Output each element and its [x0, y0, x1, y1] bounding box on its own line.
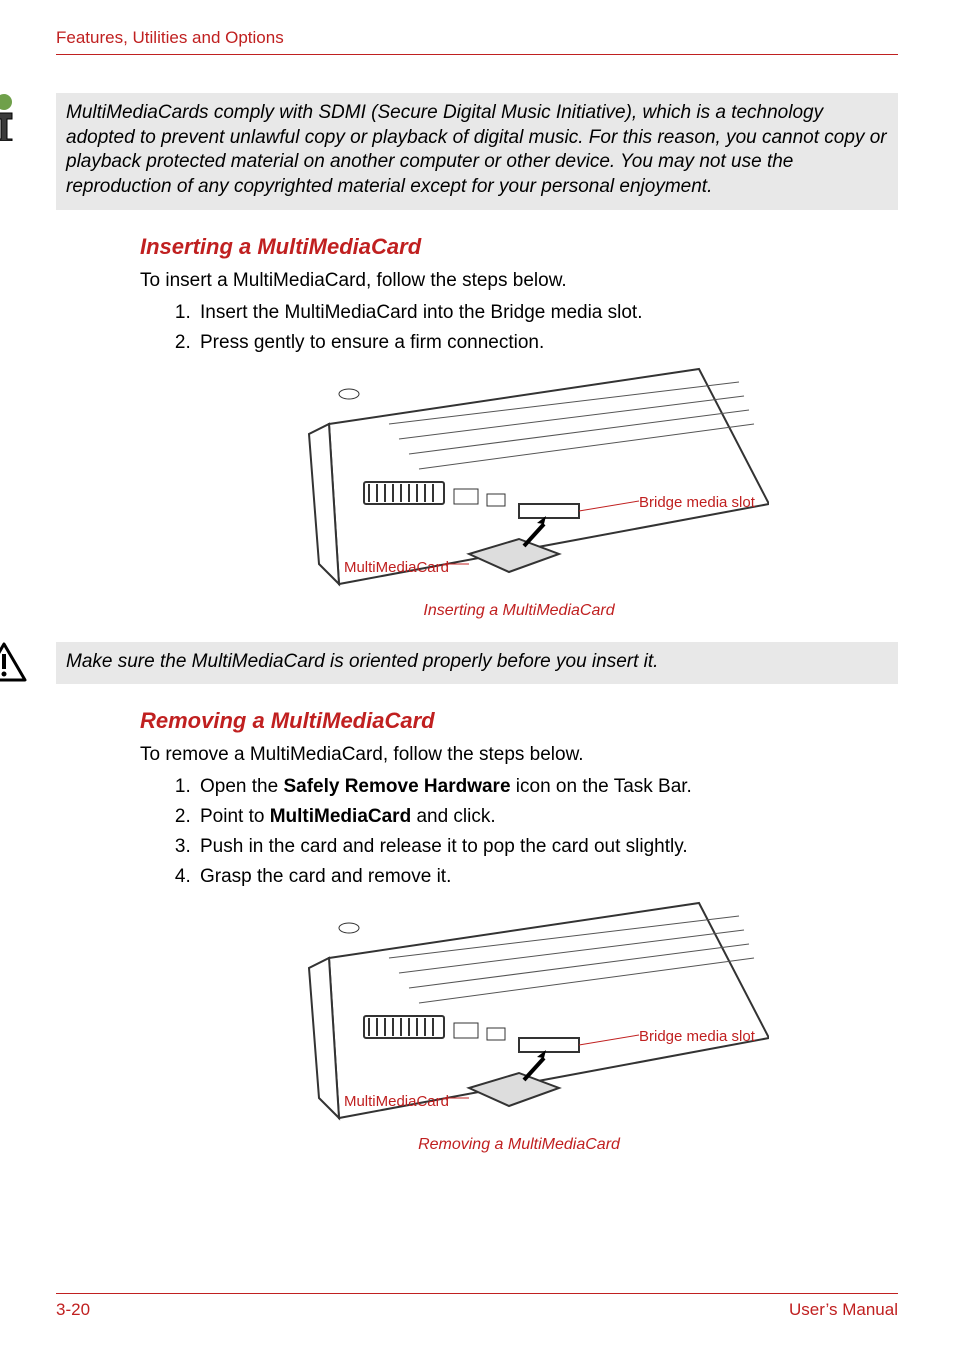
section-title-inserting: Inserting a MultiMediaCard	[140, 234, 898, 260]
list-item: Press gently to ensure a firm connection…	[196, 332, 898, 354]
page-footer: 3-20 User’s Manual	[56, 1293, 898, 1320]
manual-title: User’s Manual	[789, 1300, 898, 1320]
figure-inserting: Bridge media slot MultiMediaCard	[140, 364, 898, 594]
list-item: Point to MultiMediaCard and click.	[196, 806, 898, 828]
figure-removing: Bridge media slot MultiMediaCard	[140, 898, 898, 1128]
section2-steps: Open the Safely Remove Hardware icon on …	[140, 776, 898, 888]
section2-intro: To remove a MultiMediaCard, follow the s…	[140, 744, 898, 766]
figure-label-bridge-slot: Bridge media slot	[639, 494, 755, 511]
section-title-removing: Removing a MultiMediaCard	[140, 708, 898, 734]
warning-text: Make sure the MultiMediaCard is oriented…	[56, 642, 898, 685]
figure-caption-removing: Removing a MultiMediaCard	[140, 1136, 898, 1154]
info-callout: MultiMediaCards comply with SDMI (Secure…	[0, 93, 898, 210]
list-item: Insert the MultiMediaCard into the Bridg…	[196, 302, 898, 324]
figure-label-mmc: MultiMediaCard	[344, 1093, 449, 1110]
info-icon	[0, 93, 26, 141]
info-text: MultiMediaCards comply with SDMI (Secure…	[56, 93, 898, 210]
figure-label-bridge-slot: Bridge media slot	[639, 1028, 755, 1045]
list-item: Push in the card and release it to pop t…	[196, 836, 898, 858]
warning-callout: Make sure the MultiMediaCard is oriented…	[0, 642, 898, 685]
figure-caption-inserting: Inserting a MultiMediaCard	[140, 602, 898, 620]
list-item: Grasp the card and remove it.	[196, 866, 898, 888]
warning-icon	[0, 642, 27, 684]
figure-label-mmc: MultiMediaCard	[344, 559, 449, 576]
running-header: Features, Utilities and Options	[56, 28, 898, 55]
page-number: 3-20	[56, 1300, 90, 1320]
section1-steps: Insert the MultiMediaCard into the Bridg…	[140, 302, 898, 354]
list-item: Open the Safely Remove Hardware icon on …	[196, 776, 898, 798]
section1-intro: To insert a MultiMediaCard, follow the s…	[140, 270, 898, 292]
page: Features, Utilities and Options MultiMed…	[0, 0, 954, 1352]
